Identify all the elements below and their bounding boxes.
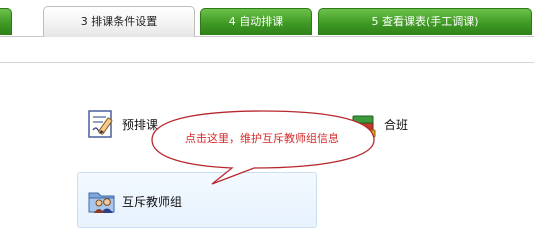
merge-class-label: 合班 bbox=[384, 117, 409, 132]
pen-paper-icon bbox=[88, 110, 113, 138]
callout-text: 点击这里，维护互斥教师组信息 bbox=[185, 132, 339, 145]
tab-auto-schedule[interactable]: 4 自动排课 bbox=[200, 8, 312, 35]
pre-schedule-item[interactable]: 预排课 bbox=[86, 108, 158, 140]
tab-previous[interactable] bbox=[0, 8, 12, 35]
folder-people-icon bbox=[88, 192, 115, 213]
mutex-teacher-group-item[interactable]: 互斥教师组 bbox=[86, 185, 182, 217]
tab-view-timetable-label: 5 查看课表(手工调课) bbox=[371, 15, 479, 28]
mutex-teacher-group-label: 互斥教师组 bbox=[122, 194, 183, 209]
divider bbox=[0, 62, 534, 63]
tab-schedule-conditions-label: 3 排课条件设置 bbox=[80, 15, 158, 28]
tab-auto-schedule-label: 4 自动排课 bbox=[228, 15, 284, 28]
tab-bar: 3 排课条件设置 4 自动排课 5 查看课表(手工调课) bbox=[0, 0, 534, 37]
tab-schedule-conditions[interactable]: 3 排课条件设置 bbox=[43, 6, 195, 37]
tab-view-timetable[interactable]: 5 查看课表(手工调课) bbox=[318, 8, 532, 35]
